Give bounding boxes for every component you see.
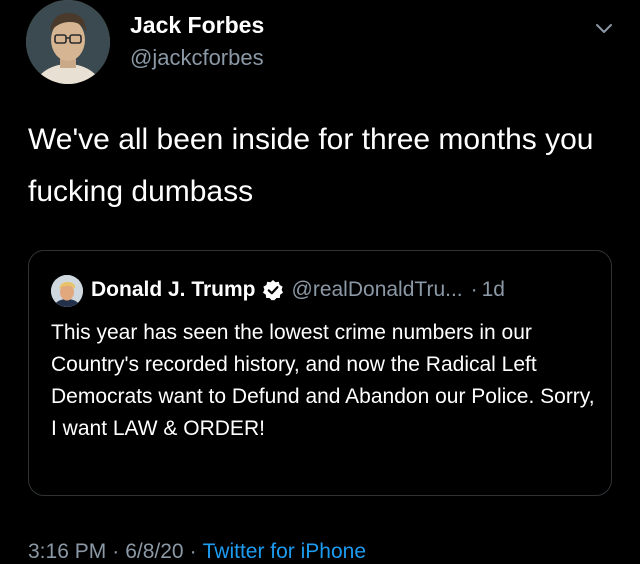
tweet-text: We've all been inside for three months y…: [28, 123, 594, 208]
tweet[interactable]: Jack Forbes @jackcforbes We've all been …: [0, 0, 640, 564]
tweet-time[interactable]: 3:16 PM: [28, 540, 106, 563]
author-name[interactable]: Jack Forbes: [130, 12, 264, 39]
separator-dot: ·: [189, 540, 197, 563]
tweet-date[interactable]: 6/8/20: [125, 540, 183, 563]
quoted-tweet-time[interactable]: 1d: [482, 278, 505, 302]
separator-dot: ·: [470, 278, 478, 301]
verified-badge-icon: [262, 279, 284, 301]
tweet-meta: 3:16 PM · 6/8/20 · Twitter for iPhone: [28, 540, 366, 564]
quoted-tweet-text: This year has seen the lowest crime numb…: [51, 321, 595, 440]
quoted-author-avatar: [51, 275, 83, 307]
author-handle[interactable]: @jackcforbes: [130, 45, 264, 71]
separator-dot: ·: [112, 540, 120, 563]
quoted-tweet-card[interactable]: Donald J. Trump @realDonaldTru... · 1d T…: [28, 250, 612, 496]
author-avatar[interactable]: [26, 0, 110, 84]
tweet-source-link[interactable]: Twitter for iPhone: [203, 540, 366, 563]
chevron-down-icon[interactable]: [594, 22, 614, 36]
quoted-author-handle[interactable]: @realDonaldTru...: [292, 278, 463, 302]
quoted-author-name[interactable]: Donald J. Trump: [91, 278, 256, 302]
quoted-tweet-header: Donald J. Trump @realDonaldTru... · 1d: [91, 278, 505, 302]
